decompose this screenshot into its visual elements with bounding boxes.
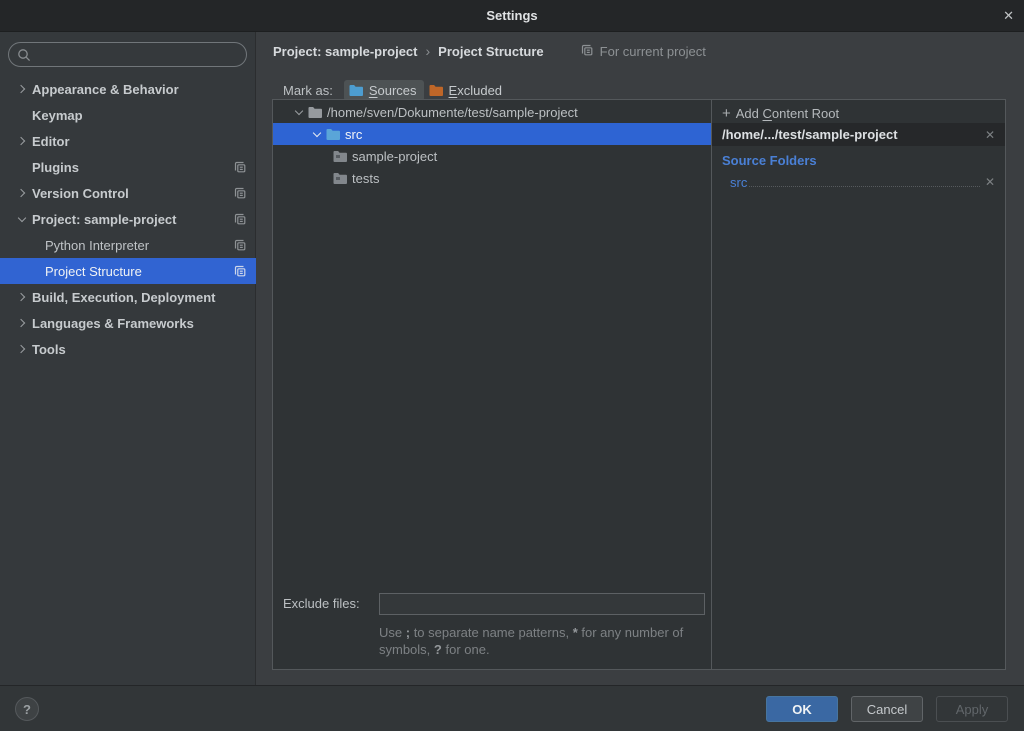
- main-area: Project: sample-project › Project Struct…: [256, 32, 1024, 685]
- exclude-files-hint: Use ; to separate name patterns, * for a…: [379, 624, 717, 658]
- sidebar-item-project[interactable]: Project: sample-project: [0, 206, 256, 232]
- plus-icon: +: [722, 105, 731, 122]
- sources-folder-icon: [349, 84, 364, 97]
- per-project-icon: [233, 160, 247, 177]
- mark-as-excluded-button[interactable]: Excluded: [424, 80, 509, 101]
- titlebar: Settings ✕: [0, 0, 1024, 32]
- chevron-right-icon: [14, 342, 32, 356]
- mark-as-label: Mark as:: [283, 83, 333, 98]
- folder-icon: [333, 150, 348, 163]
- sidebar-item-languages-frameworks[interactable]: Languages & Frameworks: [0, 310, 256, 336]
- tree-row-sample-project[interactable]: sample-project: [273, 145, 711, 167]
- remove-source-folder-icon[interactable]: ✕: [985, 175, 995, 189]
- settings-sidebar: Appearance & Behavior Keymap Editor Plug…: [0, 32, 256, 685]
- content-root-path: /home/.../test/sample-project: [722, 127, 985, 142]
- folder-icon: [308, 106, 323, 119]
- sidebar-item-project-structure[interactable]: Project Structure: [0, 258, 256, 284]
- sidebar-item-build-execution-deployment[interactable]: Build, Execution, Deployment: [0, 284, 256, 310]
- chevron-right-icon: [14, 186, 32, 200]
- chevron-down-icon: [14, 212, 32, 226]
- sidebar-item-keymap[interactable]: Keymap: [0, 102, 256, 128]
- source-folders-title: Source Folders: [722, 153, 817, 168]
- settings-dialog: Settings ✕ Appearance & Behavior Keymap …: [0, 0, 1024, 731]
- source-folder-icon: [326, 128, 341, 141]
- breadcrumb-project[interactable]: Project: sample-project: [273, 44, 418, 59]
- exclude-files-row: Exclude files:: [273, 593, 711, 615]
- remove-content-root-icon[interactable]: ✕: [985, 128, 995, 142]
- source-folder-row[interactable]: src ✕: [712, 172, 1005, 192]
- window-title: Settings: [486, 8, 537, 23]
- exclude-files-input[interactable]: [379, 593, 705, 615]
- sidebar-item-plugins[interactable]: Plugins: [0, 154, 256, 180]
- content-root-row[interactable]: /home/.../test/sample-project ✕: [712, 123, 1005, 146]
- close-icon[interactable]: ✕: [1003, 0, 1014, 32]
- per-project-icon: [233, 186, 247, 203]
- excluded-folder-icon: [429, 84, 444, 97]
- per-project-icon: [233, 238, 247, 255]
- breadcrumb-page: Project Structure: [438, 44, 543, 59]
- breadcrumb-separator: ›: [426, 43, 431, 59]
- cancel-button[interactable]: Cancel: [851, 696, 923, 722]
- sidebar-item-appearance-behavior[interactable]: Appearance & Behavior: [0, 76, 256, 102]
- content-tree-panel: /home/sven/Dokumente/test/sample-project…: [273, 100, 712, 669]
- search-input[interactable]: [37, 47, 238, 62]
- sidebar-item-tools[interactable]: Tools: [0, 336, 256, 362]
- chevron-right-icon: [14, 316, 32, 330]
- per-project-icon: [233, 264, 247, 281]
- tree-row-content-root[interactable]: /home/sven/Dokumente/test/sample-project: [273, 101, 711, 123]
- dotted-leader: [749, 186, 980, 187]
- settings-nav: Appearance & Behavior Keymap Editor Plug…: [0, 76, 256, 362]
- apply-button[interactable]: Apply: [936, 696, 1008, 722]
- chevron-right-icon: [14, 290, 32, 304]
- source-folder-name: src: [730, 175, 747, 190]
- tree-row-src[interactable]: src: [273, 123, 711, 145]
- ok-button[interactable]: OK: [766, 696, 838, 722]
- folder-icon: [333, 172, 348, 185]
- chevron-down-icon[interactable]: [309, 127, 326, 141]
- sidebar-item-version-control[interactable]: Version Control: [0, 180, 256, 206]
- sidebar-item-python-interpreter[interactable]: Python Interpreter: [0, 232, 256, 258]
- structure-panels: /home/sven/Dokumente/test/sample-project…: [272, 99, 1006, 670]
- per-project-icon: [580, 43, 594, 60]
- content-root-panel: + Add Content Root /home/.../test/sample…: [712, 100, 1005, 669]
- exclude-files-label: Exclude files:: [283, 596, 379, 611]
- help-button[interactable]: ?: [15, 697, 39, 721]
- mark-as-sources-button[interactable]: Sources: [344, 80, 424, 101]
- chevron-right-icon: [14, 134, 32, 148]
- chevron-right-icon: [14, 82, 32, 96]
- breadcrumb: Project: sample-project › Project Struct…: [273, 40, 706, 62]
- dialog-footer: ? OK Cancel Apply: [0, 685, 1024, 731]
- search-box[interactable]: [8, 42, 247, 67]
- sidebar-item-editor[interactable]: Editor: [0, 128, 256, 154]
- for-current-project-badge: For current project: [580, 43, 706, 60]
- chevron-down-icon[interactable]: [291, 105, 308, 119]
- per-project-icon: [233, 212, 247, 229]
- tree-row-tests[interactable]: tests: [273, 167, 711, 189]
- search-icon: [17, 48, 31, 62]
- add-content-root-button[interactable]: + Add Content Root: [722, 103, 839, 123]
